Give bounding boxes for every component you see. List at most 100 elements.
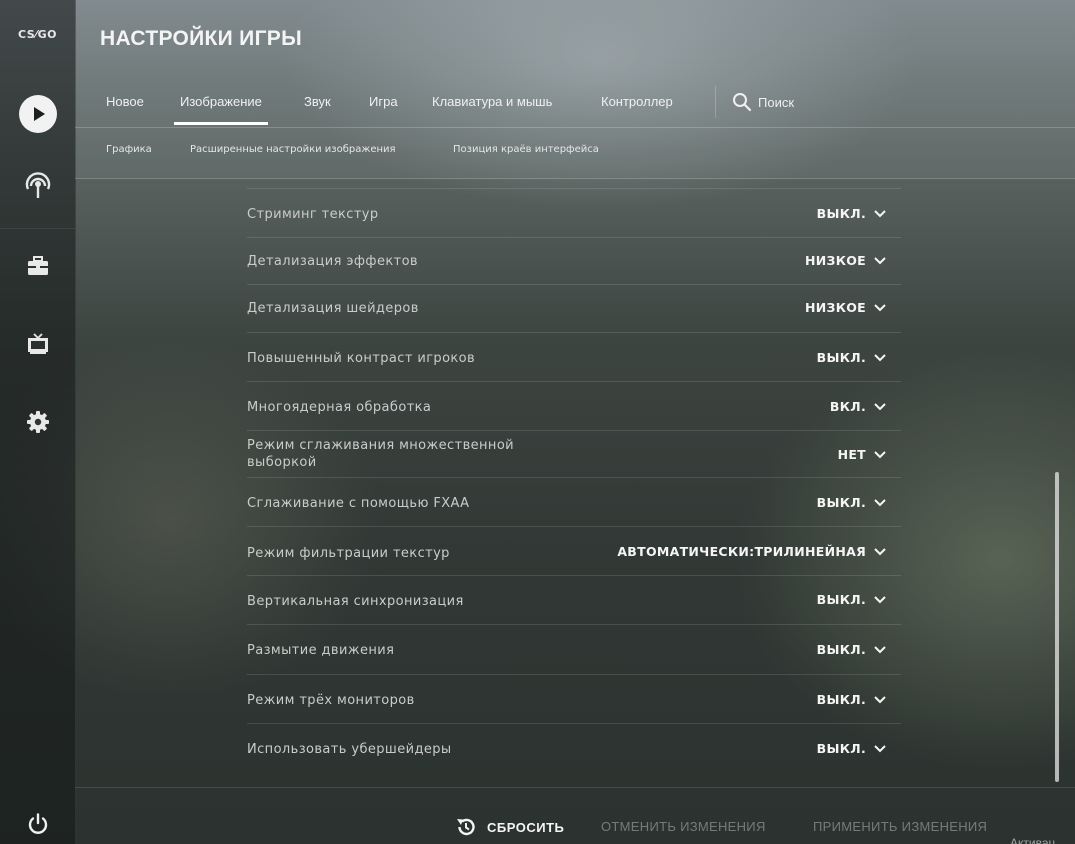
- setting-row[interactable]: Стриминг текстур ВЫКЛ.: [247, 189, 901, 238]
- setting-label: Режим трёх мониторов: [247, 693, 415, 708]
- inventory-button[interactable]: [0, 242, 75, 290]
- setting-row[interactable]: Использовать убершейдеры ВЫКЛ.: [247, 724, 901, 770]
- chevron-down-icon: [874, 402, 886, 410]
- setting-row[interactable]: Многоядерная обработка ВКЛ.: [247, 382, 901, 431]
- setting-row[interactable]: Размытие движения ВЫКЛ.: [247, 625, 901, 675]
- setting-value: НИЗКОЕ: [805, 300, 866, 315]
- tab-controller[interactable]: Контроллер: [601, 80, 673, 125]
- search-icon: [733, 93, 752, 112]
- setting-dropdown[interactable]: НИЗКОЕ: [805, 253, 886, 268]
- left-sidebar: CS⁄GO: [0, 0, 76, 844]
- setting-label: Многоядерная обработка: [247, 400, 432, 415]
- setting-value: ВЫКЛ.: [816, 206, 866, 221]
- play-icon: [18, 95, 57, 133]
- setting-row[interactable]: Режим фильтрации текстур АВТОМАТИЧЕСКИ:Т…: [247, 527, 901, 576]
- setting-label: Режим сглаживания множественной выборкой: [247, 438, 515, 470]
- activation-watermark: Активац: [1010, 836, 1056, 844]
- sidebar-divider: [0, 228, 75, 229]
- setting-label: Размытие движения: [247, 643, 395, 658]
- page-title: НАСТРОЙКИ ИГРЫ: [100, 27, 302, 50]
- setting-value: ВЫКЛ.: [816, 642, 866, 657]
- setting-value: ВЫКЛ.: [816, 741, 866, 756]
- setting-row[interactable]: Повышенный контраст игроков ВЫКЛ.: [247, 333, 901, 382]
- reset-label: СБРОСИТЬ: [487, 819, 565, 835]
- search-button[interactable]: Поиск: [732, 80, 794, 124]
- subtab-hud-edge[interactable]: Позиция краёв интерфейса: [453, 144, 599, 155]
- tab-video[interactable]: Изображение: [174, 80, 268, 125]
- settings-button[interactable]: [0, 398, 75, 446]
- setting-value: ВКЛ.: [829, 399, 866, 414]
- tab-audio[interactable]: Звук: [304, 80, 331, 125]
- setting-row[interactable]: Детализация шейдеров НИЗКОЕ: [247, 285, 901, 333]
- chevron-down-icon: [874, 595, 886, 603]
- setting-row[interactable]: Режим сглаживания множественной выборкой…: [247, 431, 901, 478]
- app-window: CS⁄GO НАСТРОЙКИ ИГРЫ Новое Изображение З…: [0, 0, 1075, 844]
- tab-divider: [715, 86, 716, 118]
- broadcast-icon: [25, 172, 50, 198]
- setting-label: Сглаживание с помощью FXAA: [247, 496, 470, 511]
- chevron-down-icon: [874, 209, 886, 217]
- chevron-down-icon: [874, 645, 886, 653]
- reset-button[interactable]: СБРОСИТЬ: [455, 816, 564, 838]
- chevron-down-icon: [874, 303, 886, 311]
- setting-dropdown[interactable]: ВЫКЛ.: [817, 592, 886, 607]
- setting-value: ВЫКЛ.: [816, 592, 866, 607]
- tab-keyboard-mouse[interactable]: Клавиатура и мышь: [432, 80, 552, 125]
- setting-row[interactable]: Сглаживание с помощью FXAA ВЫКЛ.: [247, 478, 901, 527]
- setting-dropdown[interactable]: ВЫКЛ.: [817, 206, 886, 221]
- setting-value: АВТОМАТИЧЕСКИ:ТРИЛИНЕЙНАЯ: [617, 544, 866, 559]
- setting-label: Детализация эффектов: [247, 254, 418, 269]
- setting-dropdown[interactable]: ВЫКЛ.: [817, 350, 886, 365]
- tab-new[interactable]: Новое: [106, 80, 144, 125]
- cancel-changes-button[interactable]: ОТМЕНИТЬ ИЗМЕНЕНИЯ: [601, 819, 766, 834]
- quit-button[interactable]: [0, 800, 75, 844]
- setting-value: ВЫКЛ.: [816, 495, 866, 510]
- setting-dropdown[interactable]: ВЫКЛ.: [817, 642, 886, 657]
- setting-dropdown[interactable]: НИЗКОЕ: [805, 300, 886, 315]
- subtab-graphics[interactable]: Графика: [106, 144, 152, 155]
- power-icon: [28, 813, 47, 834]
- setting-dropdown[interactable]: ВЫКЛ.: [817, 495, 886, 510]
- setting-dropdown[interactable]: ВЫКЛ.: [817, 692, 886, 707]
- setting-label: Стриминг текстур: [247, 207, 379, 222]
- chevron-down-icon: [874, 450, 886, 458]
- main-tabs: Новое Изображение Звук Игра Клавиатура и…: [75, 80, 1075, 128]
- csgo-logo: CS⁄GO: [18, 28, 57, 41]
- settings-footer: СБРОСИТЬ ОТМЕНИТЬ ИЗМЕНЕНИЯ ПРИМЕНИТЬ ИЗ…: [75, 787, 1075, 844]
- setting-value: ВЫКЛ.: [816, 350, 866, 365]
- setting-label: Режим фильтрации текстур: [247, 546, 450, 561]
- setting-value: НЕТ: [837, 447, 866, 462]
- setting-label: Вертикальная синхронизация: [247, 594, 464, 609]
- setting-dropdown[interactable]: ВКЛ.: [830, 399, 886, 414]
- settings-header: НАСТРОЙКИ ИГРЫ Новое Изображение Звук Иг…: [75, 0, 1075, 179]
- setting-dropdown[interactable]: ВЫКЛ.: [817, 741, 886, 756]
- settings-list: Стриминг текстур ВЫКЛ. Детализация эффек…: [247, 188, 901, 770]
- setting-dropdown[interactable]: АВТОМАТИЧЕСКИ:ТРИЛИНЕЙНАЯ: [617, 544, 886, 559]
- chevron-down-icon: [874, 744, 886, 752]
- gear-icon: [26, 411, 49, 433]
- reset-icon: [457, 818, 475, 836]
- tab-game[interactable]: Игра: [369, 80, 398, 125]
- play-button[interactable]: [0, 90, 75, 138]
- setting-row[interactable]: Вертикальная синхронизация ВЫКЛ.: [247, 576, 901, 625]
- setting-dropdown[interactable]: НЕТ: [838, 447, 886, 462]
- setting-row[interactable]: Детализация эффектов НИЗКОЕ: [247, 238, 901, 285]
- setting-label: Использовать убершейдеры: [247, 742, 452, 757]
- setting-label: Повышенный контраст игроков: [247, 351, 476, 366]
- chevron-down-icon: [874, 353, 886, 361]
- watch-broadcast-button[interactable]: [0, 162, 75, 210]
- setting-value: НИЗКОЕ: [805, 253, 866, 268]
- search-label: Поиск: [758, 94, 795, 110]
- tv-icon: [27, 333, 48, 354]
- chevron-down-icon: [874, 547, 886, 555]
- setting-value: ВЫКЛ.: [816, 692, 866, 707]
- scrollbar-thumb[interactable]: [1055, 472, 1059, 782]
- chevron-down-icon: [874, 498, 886, 506]
- watch-button[interactable]: [0, 320, 75, 368]
- briefcase-icon: [27, 256, 48, 275]
- chevron-down-icon: [874, 695, 886, 703]
- subtab-advanced-video[interactable]: Расширенные настройки изображения: [190, 144, 396, 155]
- setting-label: Детализация шейдеров: [247, 301, 419, 316]
- apply-changes-button[interactable]: ПРИМЕНИТЬ ИЗМЕНЕНИЯ: [813, 819, 987, 834]
- setting-row[interactable]: Режим трёх мониторов ВЫКЛ.: [247, 675, 901, 724]
